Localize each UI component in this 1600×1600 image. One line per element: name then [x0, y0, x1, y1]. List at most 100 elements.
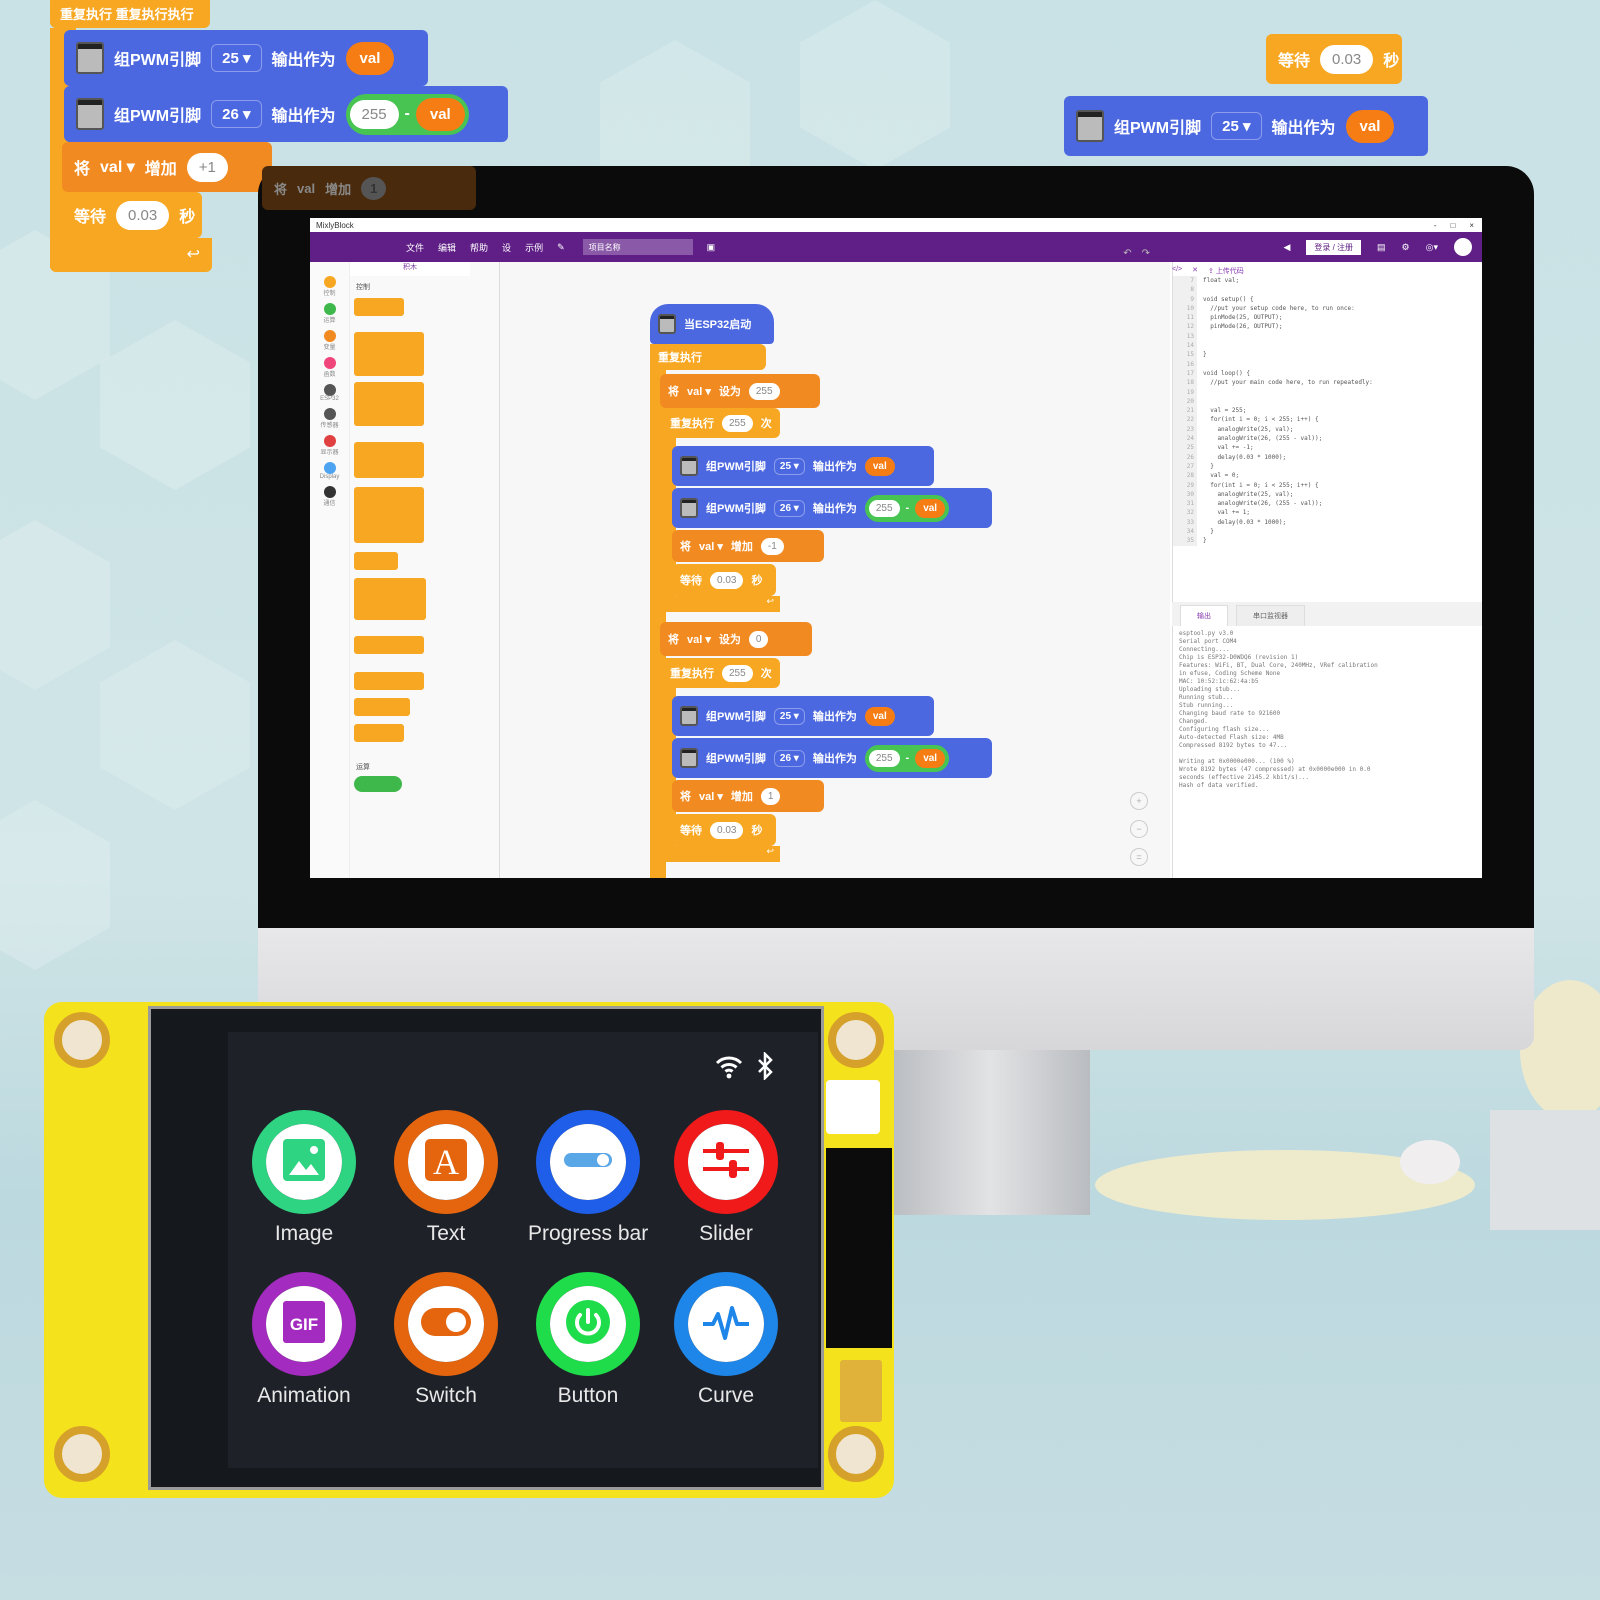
- variable-dropdown[interactable]: val ▾: [100, 157, 135, 177]
- wait-block[interactable]: 等待 0.03 秒: [62, 192, 202, 238]
- wait-block[interactable]: 等待 0.03 秒: [672, 814, 776, 846]
- pwm-block-pin26[interactable]: 组PWM引脚 26 ▾ 输出作为 255 - val: [672, 488, 992, 528]
- subtract-operator[interactable]: 255 - val: [864, 494, 950, 522]
- login-button[interactable]: 登录 / 注册: [1306, 239, 1362, 255]
- category-item[interactable]: 运算: [310, 303, 349, 324]
- pin-dropdown[interactable]: 26 ▾: [211, 100, 262, 128]
- menu-examples[interactable]: 示例: [525, 241, 543, 254]
- palette-block[interactable]: [354, 487, 424, 543]
- variable-reporter[interactable]: val: [864, 706, 895, 726]
- app-image[interactable]: Image: [244, 1110, 364, 1246]
- repeat-block[interactable]: 重复执行 255 次: [662, 408, 780, 438]
- undo-button[interactable]: ↶: [1123, 248, 1131, 259]
- pwm-block-pin25[interactable]: 组PWM引脚 25 ▾ 输出作为 val: [672, 696, 934, 736]
- menu-file[interactable]: 文件: [406, 241, 424, 254]
- pin-dropdown[interactable]: 25 ▾: [1211, 112, 1262, 140]
- category-item[interactable]: Display: [310, 462, 349, 480]
- pwm-block-pin26[interactable]: 组PWM引脚 26 ▾ 输出作为 255 - val: [64, 86, 508, 142]
- category-item[interactable]: 控制: [310, 276, 349, 297]
- redo-button[interactable]: ↷: [1142, 248, 1150, 259]
- subtract-operator[interactable]: 255 - val: [345, 93, 469, 135]
- palette-block[interactable]: [354, 724, 404, 742]
- menu-help[interactable]: 帮助: [470, 241, 488, 254]
- number-input[interactable]: 0.03: [710, 571, 744, 589]
- language-icon[interactable]: ◎▾: [1426, 242, 1438, 253]
- forever-block[interactable]: 重复执行: [650, 344, 766, 370]
- variable-reporter[interactable]: val: [345, 41, 395, 75]
- number-input[interactable]: +1: [186, 152, 228, 182]
- pin-dropdown[interactable]: 25 ▾: [773, 707, 805, 725]
- gear-icon[interactable]: ⚙: [1402, 242, 1410, 253]
- close-button[interactable]: ×: [1469, 221, 1474, 230]
- number-input[interactable]: 255: [349, 99, 399, 129]
- block-forever-header[interactable]: 重复执行 重复执行执行: [50, 0, 210, 28]
- pwm-block-floating[interactable]: 组PWM引脚 25 ▾ 输出作为 val: [1064, 96, 1428, 156]
- variable-reporter[interactable]: val: [915, 498, 946, 518]
- wait-block-floating[interactable]: 等待 0.03 秒: [1266, 34, 1402, 84]
- pen-icon[interactable]: ✎: [557, 242, 565, 253]
- number-input[interactable]: 0.03: [1320, 44, 1374, 74]
- app-button[interactable]: Button: [528, 1272, 648, 1408]
- set-variable-block[interactable]: 将 val ▾ 设为 0: [660, 622, 812, 656]
- project-name-input[interactable]: 项目名称: [582, 239, 693, 255]
- avatar[interactable]: [1454, 238, 1472, 256]
- app-progress-bar[interactable]: Progress bar: [528, 1110, 648, 1246]
- change-variable-block[interactable]: 将 val ▾ 增加 +1: [62, 142, 272, 192]
- number-input[interactable]: 255: [748, 382, 780, 400]
- app-switch[interactable]: Switch: [386, 1272, 506, 1408]
- number-input[interactable]: 1: [760, 787, 781, 805]
- app-slider[interactable]: Slider: [666, 1110, 786, 1246]
- palette-operator-block[interactable]: [354, 776, 402, 792]
- category-item[interactable]: ESP32: [310, 384, 349, 402]
- tools-icon[interactable]: ✕: [1192, 266, 1198, 276]
- variable-reporter[interactable]: val: [915, 748, 946, 768]
- palette-block[interactable]: [354, 298, 404, 316]
- zoom-reset-button[interactable]: =: [1130, 848, 1148, 866]
- variable-reporter[interactable]: val: [415, 97, 465, 131]
- number-input[interactable]: 255: [868, 749, 900, 767]
- upload-button[interactable]: ⇪ 上传代码: [1208, 266, 1244, 276]
- change-variable-block[interactable]: 将 val ▾ 增加 -1: [672, 530, 824, 562]
- save-icon[interactable]: ▣: [707, 242, 716, 253]
- menu-edit[interactable]: 编辑: [438, 241, 456, 254]
- pin-dropdown[interactable]: 26 ▾: [773, 499, 805, 517]
- repeat-block[interactable]: 重复执行 255 次: [662, 658, 780, 688]
- tab-serial-monitor[interactable]: 串口监视器: [1236, 605, 1305, 626]
- mode-toggle-icon[interactable]: ◀: [1283, 242, 1290, 253]
- number-input[interactable]: 0.03: [116, 200, 170, 230]
- pin-dropdown[interactable]: 25 ▾: [211, 44, 262, 72]
- code-editor[interactable]: 7 float val; 8 9 void setup() {10 //put your…: [1172, 262, 1482, 602]
- number-input[interactable]: -1: [760, 537, 784, 555]
- maximize-button[interactable]: □: [1450, 221, 1455, 230]
- variable-dropdown[interactable]: val ▾: [699, 790, 723, 803]
- palette-block[interactable]: [354, 552, 398, 570]
- app-animation[interactable]: GIF Animation: [244, 1272, 364, 1408]
- category-item[interactable]: 通信: [310, 486, 349, 507]
- wait-block[interactable]: 等待 0.03 秒: [672, 564, 776, 596]
- change-variable-block[interactable]: 将 val ▾ 增加 1: [672, 780, 824, 812]
- pwm-block-pin25[interactable]: 组PWM引脚 25 ▾ 输出作为 val: [672, 446, 934, 486]
- number-input[interactable]: 0: [748, 630, 769, 648]
- number-input[interactable]: 255: [868, 499, 900, 517]
- palette-block[interactable]: [354, 382, 424, 426]
- pwm-block-pin26[interactable]: 组PWM引脚 26 ▾ 输出作为 255 - val: [672, 738, 992, 778]
- zoom-out-button[interactable]: −: [1130, 820, 1148, 838]
- minimize-button[interactable]: -: [1434, 221, 1437, 230]
- palette-block[interactable]: [354, 332, 424, 376]
- app-text[interactable]: A Text: [386, 1110, 506, 1246]
- set-variable-block[interactable]: 将 val ▾ 设为 255: [660, 374, 820, 408]
- palette-block[interactable]: [354, 636, 424, 654]
- pin-dropdown[interactable]: 25 ▾: [773, 457, 805, 475]
- variable-reporter[interactable]: val: [1345, 109, 1395, 143]
- blocks-workspace[interactable]: ↶ ↷ 当ESP32启动 重复执行 将 val ▾ 设为 255 重复执行 25…: [500, 248, 1170, 878]
- category-item[interactable]: 函数: [310, 357, 349, 378]
- hardware-button[interactable]: [840, 1360, 882, 1422]
- tab-output[interactable]: 输出: [1180, 605, 1228, 626]
- hat-block-esp32-start[interactable]: 当ESP32启动: [650, 304, 774, 344]
- menu-settings[interactable]: 设: [502, 241, 511, 254]
- tab-blocks[interactable]: 积木: [350, 262, 470, 276]
- number-input[interactable]: 255: [722, 664, 753, 682]
- category-item[interactable]: 传感器: [310, 408, 349, 429]
- pin-dropdown[interactable]: 26 ▾: [773, 749, 805, 767]
- feedback-icon[interactable]: ▤: [1377, 242, 1386, 253]
